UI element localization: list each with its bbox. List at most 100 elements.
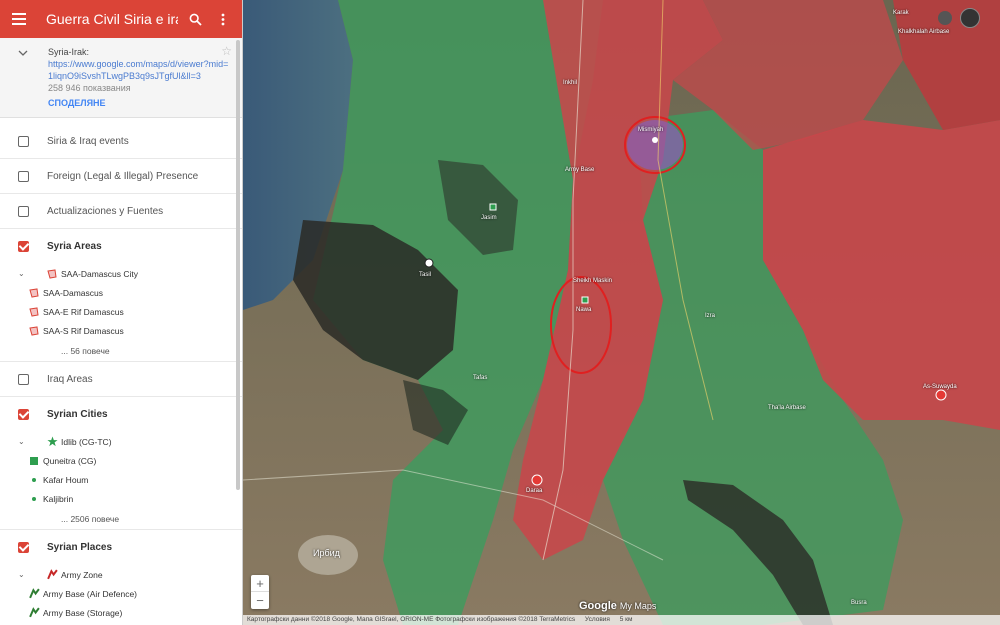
layer-label: Syria Areas bbox=[47, 241, 102, 252]
star-marker-icon bbox=[45, 436, 59, 447]
attribution-text: Картографски данни ©2018 Google, Мапа GI… bbox=[247, 616, 576, 623]
terms-link[interactable]: Условия bbox=[585, 616, 610, 623]
layer-label: Actualizaciones y Fuentes bbox=[47, 205, 164, 217]
city-marker-suwayda[interactable] bbox=[935, 389, 947, 401]
map-label: Sheikh Maskin bbox=[573, 278, 613, 284]
chevron-down-icon[interactable]: ⌄ bbox=[18, 437, 36, 446]
layer-checkbox-checked[interactable] bbox=[18, 409, 29, 420]
list-item[interactable]: Quneitra (CG) bbox=[0, 451, 242, 470]
layer-checkbox[interactable] bbox=[18, 373, 29, 385]
map-canvas[interactable]: Karak Khalkhalah Airbase Mismiyah Army B… bbox=[243, 0, 1000, 625]
zoom-in-button[interactable]: + bbox=[251, 575, 269, 592]
layer-label: Foreign (Legal & Illegal) Presence bbox=[47, 170, 199, 182]
sidebar: Guerra Civil Siria e irak Syria-Irak: ht… bbox=[0, 0, 243, 625]
star-icon[interactable]: ☆ bbox=[221, 44, 232, 58]
layer-syrian-cities[interactable]: Syrian Cities bbox=[0, 397, 242, 432]
list-item[interactable]: ⌄ Army Zone bbox=[0, 565, 242, 584]
google-logo: Google My Maps bbox=[579, 600, 656, 612]
city-marker-tasil[interactable] bbox=[424, 258, 434, 268]
polygon-style-icon bbox=[45, 268, 59, 279]
polygon-style-icon bbox=[27, 287, 41, 298]
list-item-label: Kaljibrin bbox=[43, 493, 74, 504]
layer-label: Iraq Areas bbox=[47, 373, 93, 385]
map-label: Busra bbox=[851, 600, 867, 606]
layer-actualizaciones[interactable]: Actualizaciones y Fuentes bbox=[0, 194, 242, 229]
map-label: Nawa bbox=[576, 307, 592, 313]
chevron-down-icon[interactable]: ⌄ bbox=[18, 269, 36, 278]
list-item[interactable]: SAA-E Rif Damascus bbox=[0, 302, 242, 321]
layer-label: Siria & Iraq events bbox=[47, 135, 129, 147]
layer-label: Syrian Places bbox=[47, 542, 113, 553]
zoom-out-button[interactable]: − bbox=[251, 592, 269, 609]
army-zone-icon bbox=[45, 569, 59, 580]
map-label: Mismiyah bbox=[638, 127, 664, 133]
dot-marker-icon bbox=[27, 477, 41, 482]
map-info-url[interactable]: https://www.google.com/maps/d/viewer?mid… bbox=[48, 58, 232, 82]
layer-checkbox[interactable] bbox=[18, 205, 29, 217]
scale-label: 5 км bbox=[619, 616, 633, 623]
notification-icon[interactable] bbox=[938, 11, 952, 25]
map-label: Tafas bbox=[473, 375, 488, 381]
map-label: Inkhil bbox=[563, 80, 578, 86]
list-item[interactable]: Kaljibrin bbox=[0, 489, 242, 508]
layer-checkbox[interactable] bbox=[18, 170, 29, 182]
storage-icon bbox=[27, 607, 41, 618]
list-item[interactable]: SAA-Damascus bbox=[0, 283, 242, 302]
air-defence-icon bbox=[27, 588, 41, 599]
map-label: Daraa bbox=[526, 488, 543, 494]
list-item-label: Idlib (CG-TC) bbox=[61, 436, 112, 447]
layer-siria-iraq-events[interactable]: Siria & Iraq events bbox=[0, 124, 242, 159]
map-label: Karak bbox=[893, 10, 909, 16]
map-title: Guerra Civil Siria e irak bbox=[46, 11, 178, 27]
map-label: Khalkhalah Airbase bbox=[898, 29, 950, 35]
avatar[interactable] bbox=[960, 8, 980, 28]
search-icon[interactable] bbox=[184, 8, 206, 30]
list-item[interactable]: Army Base (Air Defence) bbox=[0, 584, 242, 603]
more-items-link[interactable]: ... 2506 повече bbox=[0, 508, 242, 530]
layer-syria-areas[interactable]: Syria Areas bbox=[0, 229, 242, 264]
city-marker-daraa[interactable] bbox=[531, 474, 543, 486]
list-item[interactable]: ⌄ SAA-Damascus City bbox=[0, 264, 242, 283]
zoom-control: + − bbox=[251, 575, 269, 609]
layer-syrian-places[interactable]: Syrian Places bbox=[0, 530, 242, 565]
menu-icon[interactable] bbox=[12, 9, 32, 29]
layer-checkbox[interactable] bbox=[18, 135, 29, 147]
list-item-label: Army Zone bbox=[61, 569, 103, 580]
list-item[interactable]: SAA-S Rif Damascus bbox=[0, 321, 242, 340]
list-item-label: Quneitra (CG) bbox=[43, 455, 97, 466]
app-root: Guerra Civil Siria e irak Syria-Irak: ht… bbox=[0, 0, 1000, 625]
list-item-label: Army Base (Storage) bbox=[43, 607, 123, 618]
more-vert-icon[interactable] bbox=[212, 8, 234, 30]
list-item-label: Army Base (Air Defence) bbox=[43, 588, 137, 599]
chevron-down-icon[interactable] bbox=[18, 48, 28, 58]
square-marker-icon bbox=[27, 456, 41, 465]
dot-marker-icon bbox=[27, 496, 41, 501]
polygon-style-icon bbox=[27, 306, 41, 317]
layer-checkbox-checked[interactable] bbox=[18, 542, 29, 553]
map-label: As-Suwayda bbox=[923, 384, 957, 390]
layer-iraq-areas[interactable]: Iraq Areas bbox=[0, 362, 242, 397]
share-button[interactable]: СПОДЕЛЯНЕ bbox=[48, 97, 232, 109]
polygon-style-icon bbox=[27, 325, 41, 336]
map-label: Izra bbox=[705, 313, 716, 319]
sidebar-scrollbar[interactable] bbox=[236, 40, 240, 490]
more-items-link[interactable]: ... 56 повече bbox=[0, 340, 242, 362]
layer-foreign-presence[interactable]: Foreign (Legal & Illegal) Presence bbox=[0, 159, 242, 194]
city-marker-nawa[interactable] bbox=[581, 296, 589, 304]
city-marker-mismiyah[interactable] bbox=[652, 137, 658, 143]
list-item-label: SAA-Damascus City bbox=[61, 268, 138, 279]
list-item-label: SAA-S Rif Damascus bbox=[43, 325, 124, 336]
list-item-label: SAA-Damascus bbox=[43, 287, 103, 298]
list-item[interactable]: Army Base (Storage) bbox=[0, 603, 242, 622]
city-marker-jasim[interactable] bbox=[489, 203, 497, 211]
map-label: Army Base bbox=[565, 167, 595, 173]
layer-checkbox-checked[interactable] bbox=[18, 241, 29, 252]
map-label: Jasim bbox=[481, 215, 497, 221]
chevron-down-icon[interactable]: ⌄ bbox=[18, 570, 36, 579]
map-info-panel: Syria-Irak: https://www.google.com/maps/… bbox=[0, 38, 242, 118]
list-item[interactable]: Kafar Houm bbox=[0, 470, 242, 489]
layer-label: Syrian Cities bbox=[47, 409, 108, 420]
map-label: Ирбид bbox=[313, 548, 340, 558]
view-count: 258 946 показвания bbox=[48, 83, 131, 93]
list-item[interactable]: ⌄ Idlib (CG-TC) bbox=[0, 432, 242, 451]
